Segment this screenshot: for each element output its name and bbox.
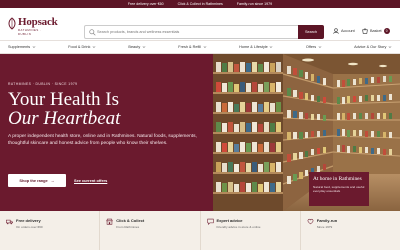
nav-item-offers[interactable]: Offers <box>306 45 322 49</box>
nav-item-home-lifestyle[interactable]: Home & Lifestyle <box>239 45 273 49</box>
hero-description: A proper independent health store, onlin… <box>8 134 197 146</box>
chat-icon <box>206 218 214 225</box>
features-strip: Free delivery On orders over €60 Click &… <box>0 211 400 250</box>
feature-click-collect: Click & Collect From Rathmines <box>99 211 199 250</box>
basket-label: Basket <box>370 29 382 33</box>
chevron-down-icon <box>269 46 273 48</box>
hero-headline-line2: Our Heartbeat <box>8 108 121 129</box>
nav-item-beauty[interactable]: Beauty <box>128 45 146 49</box>
feature-subtitle: Since 1979 <box>316 225 333 229</box>
site-header: Hopsack RATHMINES · DUBLIN Search Accoun… <box>0 8 400 40</box>
nav-item-fresh-refill[interactable]: Fresh & Refill <box>178 45 206 49</box>
nav-item-label: Supplements <box>8 45 31 49</box>
shop-range-label: Shop the range <box>19 178 48 183</box>
nav-item-label: Offers <box>305 45 317 49</box>
nav-item-label: Fresh & Refill <box>178 45 202 49</box>
nav-item-supplements[interactable]: Supplements <box>8 45 36 49</box>
basket-count-badge: 0 <box>383 28 390 34</box>
nav-item-label: Advice & Our Story <box>354 45 387 49</box>
nav-item-label: Beauty <box>128 45 141 49</box>
logo-name: Hopsack <box>18 16 58 28</box>
chevron-down-icon <box>32 46 36 48</box>
search-input[interactable] <box>97 27 287 37</box>
hero-banner: RATHMINES · DUBLIN · SINCE 1979 Your Hea… <box>0 54 400 211</box>
search-button[interactable]: Search <box>298 25 324 39</box>
search-icon <box>89 29 96 36</box>
basket-icon <box>362 28 368 34</box>
announcement-delivery: Free delivery over €60 <box>127 2 164 6</box>
caption-title: At home in Rathmines <box>313 176 362 182</box>
feature-subtitle: On orders over €60 <box>16 225 43 229</box>
announcement-collect: Click & Collect in Rathmines <box>177 2 223 6</box>
search-bar: Search <box>84 25 324 39</box>
truck-icon <box>6 219 13 225</box>
announcement-bar: Free delivery over €60 Click & Collect i… <box>0 0 400 8</box>
feature-title: Click & Collect <box>116 218 145 223</box>
store-icon <box>106 218 113 225</box>
feature-title: Family-run <box>316 218 338 223</box>
current-offers-link[interactable]: See current offers <box>74 178 107 183</box>
feature-expert-advice: Expert advice Friendly advice in-store &… <box>199 211 300 250</box>
arrow-right-icon: → <box>50 178 55 183</box>
photo-caption: At home in Rathmines Natural food, suppl… <box>309 172 369 206</box>
store-shelves-photo <box>213 54 400 211</box>
account-label: Account <box>341 29 355 33</box>
feature-title: Free delivery <box>16 218 41 223</box>
shop-range-button[interactable]: Shop the range → <box>8 174 66 187</box>
account-link[interactable]: Account <box>333 28 355 34</box>
main-nav: Supplements Food & Drink Beauty Fresh & … <box>0 40 400 54</box>
announcement-family: Family-run since 1979 <box>236 2 273 6</box>
feature-subtitle: From Rathmines <box>116 225 140 229</box>
nav-item-label: Food & Drink <box>68 45 91 49</box>
leaf-logo-icon <box>8 17 16 30</box>
chevron-down-icon <box>203 46 206 48</box>
hero-eyebrow: RATHMINES · DUBLIN · SINCE 1979 <box>8 82 78 86</box>
basket-link[interactable]: Basket 0 <box>362 28 390 34</box>
logo-subtitle: RATHMINES · DUBLIN <box>18 28 42 36</box>
feature-subtitle: Friendly advice in-store & online <box>216 225 261 229</box>
feature-title: Expert advice <box>216 218 243 223</box>
heart-icon <box>307 218 314 225</box>
chevron-down-icon <box>142 46 146 48</box>
nav-item-advice[interactable]: Advice & Our Story <box>354 45 392 49</box>
user-icon <box>333 28 339 34</box>
chevron-down-icon <box>318 46 321 48</box>
feature-family-run: Family-run Since 1979 <box>299 211 400 250</box>
feature-free-delivery: Free delivery On orders over €60 <box>0 211 99 250</box>
nav-item-label: Home & Lifestyle <box>239 45 268 49</box>
chevron-down-icon <box>388 46 392 48</box>
hero-headline-line1: Your Health Is <box>8 89 120 110</box>
logo[interactable]: Hopsack RATHMINES · DUBLIN <box>7 16 58 36</box>
caption-text: Natural food, supplements and useful eve… <box>313 185 365 194</box>
store-shelves-image <box>213 54 400 211</box>
nav-item-food-drink[interactable]: Food & Drink <box>68 45 96 49</box>
chevron-down-icon <box>92 46 96 48</box>
